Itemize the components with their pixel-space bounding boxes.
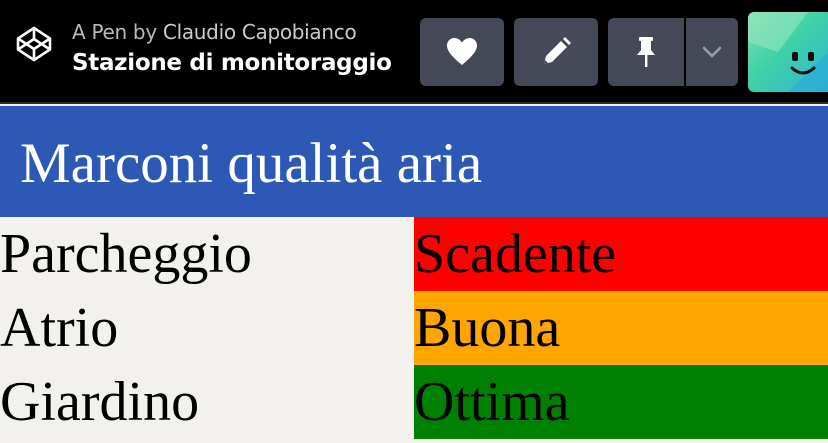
station-row: Parcheggio Scadente <box>0 217 828 291</box>
pin-button[interactable] <box>608 18 684 86</box>
station-status: Ottima <box>414 365 828 439</box>
byline-prefix: A Pen by <box>72 20 157 44</box>
pin-dropdown-button[interactable] <box>686 18 738 86</box>
pen-header: A Pen by Claudio Capobianco Stazione di … <box>0 0 828 104</box>
codepen-logo-icon[interactable] <box>14 24 54 64</box>
pen-meta: A Pen by Claudio Capobianco Stazione di … <box>72 20 392 78</box>
author-link[interactable]: Claudio Capobianco <box>163 20 357 44</box>
station-status: Scadente <box>414 217 828 291</box>
heart-icon <box>447 38 477 65</box>
smiley-avatar <box>748 12 828 92</box>
pencil-icon <box>544 37 571 64</box>
chevron-down-icon <box>702 46 722 58</box>
station-row: Giardino Ottima <box>0 365 828 439</box>
heart-button[interactable] <box>420 18 504 86</box>
user-avatar[interactable] <box>748 12 828 92</box>
page-title-banner: Marconi qualità aria <box>0 106 828 217</box>
station-row: Atrio Buona <box>0 291 828 365</box>
station-list: Parcheggio Scadente Atrio Buona Giardino… <box>0 217 828 439</box>
pen-title: Stazione di monitoraggio <box>72 50 392 76</box>
station-name: Giardino <box>0 365 414 439</box>
pin-icon <box>637 37 655 67</box>
station-name: Atrio <box>0 291 414 365</box>
station-name: Parcheggio <box>0 217 414 291</box>
edit-button[interactable] <box>514 18 598 86</box>
byline: A Pen by Claudio Capobianco <box>72 20 392 44</box>
station-status: Buona <box>414 291 828 365</box>
page-title: Marconi qualità aria <box>20 132 483 195</box>
